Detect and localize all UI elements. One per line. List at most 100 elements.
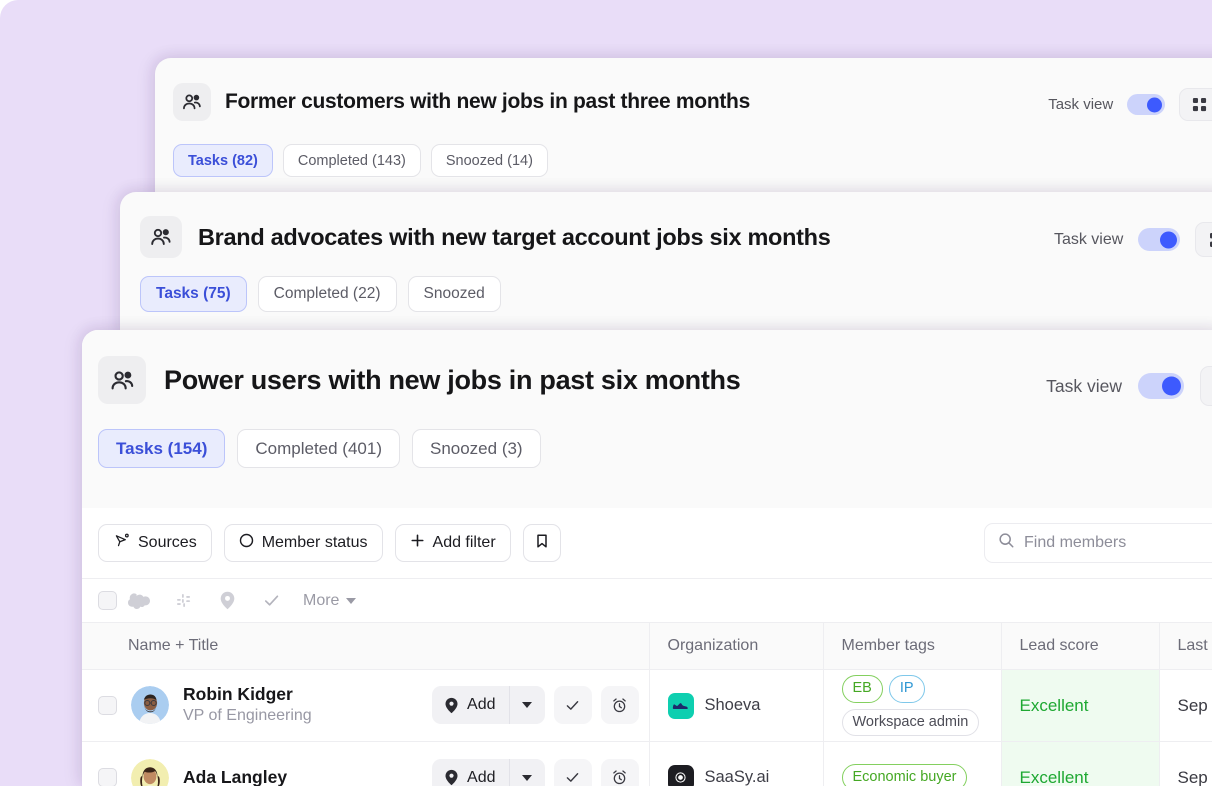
saasy-icon	[667, 764, 694, 786]
more-actions-button[interactable]: More	[303, 591, 357, 610]
member-tag[interactable]: IP	[888, 675, 925, 703]
member-name: Robin Kidger	[183, 684, 293, 705]
complete-task-button[interactable]	[553, 758, 592, 786]
alarm-clock-icon	[613, 698, 626, 713]
page-title: Power users with new jobs in past six mo…	[164, 364, 741, 395]
member-title: VP of Engineering	[183, 707, 312, 725]
page-title: Brand advocates with new target account …	[198, 223, 831, 250]
tab-completed[interactable]: Completed (401)	[237, 429, 400, 468]
add-filter-label: Add filter	[432, 534, 496, 551]
member-tag[interactable]: Workspace admin	[841, 708, 980, 736]
table-row[interactable]: Ada Langley Add SaaSy.ai Economic buyer …	[82, 741, 1212, 786]
filter-toolbar: Sources Member status Add filter	[82, 508, 1212, 578]
column-header-organization[interactable]: Organization	[649, 622, 824, 670]
column-header-last-seen[interactable]: Last s	[1159, 622, 1212, 670]
member-status-filter-label: Member status	[261, 534, 368, 551]
table-row[interactable]: Robin Kidger VP of Engineering Add Shoev…	[82, 669, 1212, 742]
slack-icon[interactable]	[161, 584, 205, 618]
shoe-icon	[667, 692, 694, 719]
tab-snoozed[interactable]: Snoozed	[407, 276, 501, 312]
more-actions-label: More	[303, 591, 340, 609]
add-dropdown-button[interactable]	[508, 686, 545, 725]
page-title: Former customers with new jobs in past t…	[225, 90, 750, 113]
go-to-segment-button[interactable]	[1200, 366, 1212, 406]
add-button-label: Add	[467, 768, 496, 786]
add-button-label: Add	[467, 696, 496, 714]
cell-name-title: Ada Langley Add	[82, 741, 650, 786]
sources-filter-label: Sources	[138, 534, 197, 551]
task-view-label: Task view	[1048, 96, 1114, 113]
search-members[interactable]	[984, 523, 1212, 563]
row-checkbox[interactable]	[98, 695, 117, 715]
card-header-actions: Task view Go to s	[1048, 88, 1212, 121]
avatar	[131, 686, 169, 725]
add-to-sequence-group[interactable]: Add	[432, 758, 545, 786]
task-view-toggle[interactable]	[1138, 373, 1184, 399]
stack-card-brand-advocates[interactable]: Brand advocates with new target account …	[120, 192, 1212, 340]
search-input[interactable]	[1024, 534, 1212, 552]
shield-pin-icon[interactable]	[205, 584, 249, 618]
card-tabs: Tasks (75) Completed (22) Snoozed	[140, 276, 501, 312]
column-header-lead-score[interactable]: Lead score	[1001, 622, 1160, 670]
snooze-task-button[interactable]	[600, 686, 639, 725]
plus-icon	[410, 533, 425, 553]
member-name: Ada Langley	[183, 766, 288, 786]
chevron-down-icon	[346, 597, 357, 604]
task-view-toggle[interactable]	[1138, 228, 1181, 251]
tab-completed[interactable]: Completed (143)	[282, 144, 421, 177]
tab-tasks[interactable]: Tasks (154)	[98, 429, 226, 468]
check-icon[interactable]	[249, 584, 293, 618]
go-to-segment-button[interactable]: Go to s	[1179, 88, 1212, 121]
task-view-toggle[interactable]	[1127, 94, 1166, 115]
member-tag[interactable]: EB	[841, 675, 883, 703]
add-button[interactable]: Add	[432, 758, 509, 786]
chevron-down-icon	[522, 702, 532, 709]
cell-member-tags: EB IP Workspace admin	[823, 669, 1002, 742]
shield-icon	[445, 697, 458, 714]
avatar	[131, 758, 169, 786]
tab-snoozed[interactable]: Snoozed (3)	[411, 429, 541, 468]
sources-network-icon	[113, 532, 130, 554]
bookmark-button[interactable]	[522, 524, 561, 562]
add-filter-button[interactable]: Add filter	[394, 524, 511, 562]
add-to-sequence-group[interactable]: Add	[432, 686, 545, 725]
row-actions: Add	[432, 686, 639, 725]
tab-completed[interactable]: Completed (22)	[257, 276, 397, 312]
select-all-checkbox[interactable]	[98, 591, 117, 610]
salesforce-cloud-icon[interactable]	[117, 584, 161, 618]
organization-name: Shoeva	[704, 696, 761, 714]
stack-card-former-customers[interactable]: Former customers with new jobs in past t…	[155, 58, 1212, 208]
complete-task-button[interactable]	[553, 686, 592, 725]
row-checkbox[interactable]	[98, 768, 117, 786]
cell-lead-score: Excellent	[1001, 669, 1160, 742]
card-tabs: Tasks (154) Completed (401) Snoozed (3)	[98, 429, 541, 468]
member-tag[interactable]: Economic buyer	[841, 763, 968, 786]
check-icon	[566, 701, 579, 710]
column-header-name-title[interactable]: Name + Title	[82, 622, 650, 670]
bookmark-icon	[534, 533, 550, 554]
snooze-task-button[interactable]	[600, 758, 639, 786]
lead-score-value: Excellent	[1019, 695, 1089, 715]
circle-icon	[239, 533, 254, 553]
card-header: Former customers with new jobs in past t…	[173, 83, 750, 121]
stack-card-power-users[interactable]: Power users with new jobs in past six mo…	[82, 330, 1212, 786]
tab-tasks[interactable]: Tasks (82)	[173, 144, 273, 177]
add-button[interactable]: Add	[432, 686, 509, 725]
cell-last-seen: Sep	[1159, 741, 1212, 786]
add-dropdown-button[interactable]	[508, 758, 545, 786]
members-table: Name + Title Organization Member tags Le…	[82, 622, 1212, 786]
go-to-segment-button[interactable]: Go	[1195, 222, 1212, 257]
task-view-label: Task view	[1046, 375, 1122, 396]
table-header-row: Name + Title Organization Member tags Le…	[82, 622, 1212, 670]
column-header-member-tags[interactable]: Member tags	[823, 622, 1002, 670]
row-actions: Add	[432, 758, 639, 786]
sources-filter-button[interactable]: Sources	[98, 524, 212, 562]
tab-tasks[interactable]: Tasks (75)	[140, 276, 247, 312]
task-view-label: Task view	[1053, 230, 1124, 248]
card-header-actions: Task view Go	[1054, 222, 1212, 257]
card-tabs: Tasks (82) Completed (143) Snoozed (14)	[173, 144, 548, 177]
tab-snoozed[interactable]: Snoozed (14)	[430, 144, 548, 177]
organization-name: SaaSy.ai	[704, 768, 770, 786]
member-status-filter-button[interactable]: Member status	[223, 524, 383, 562]
lead-score-value: Excellent	[1019, 767, 1089, 786]
